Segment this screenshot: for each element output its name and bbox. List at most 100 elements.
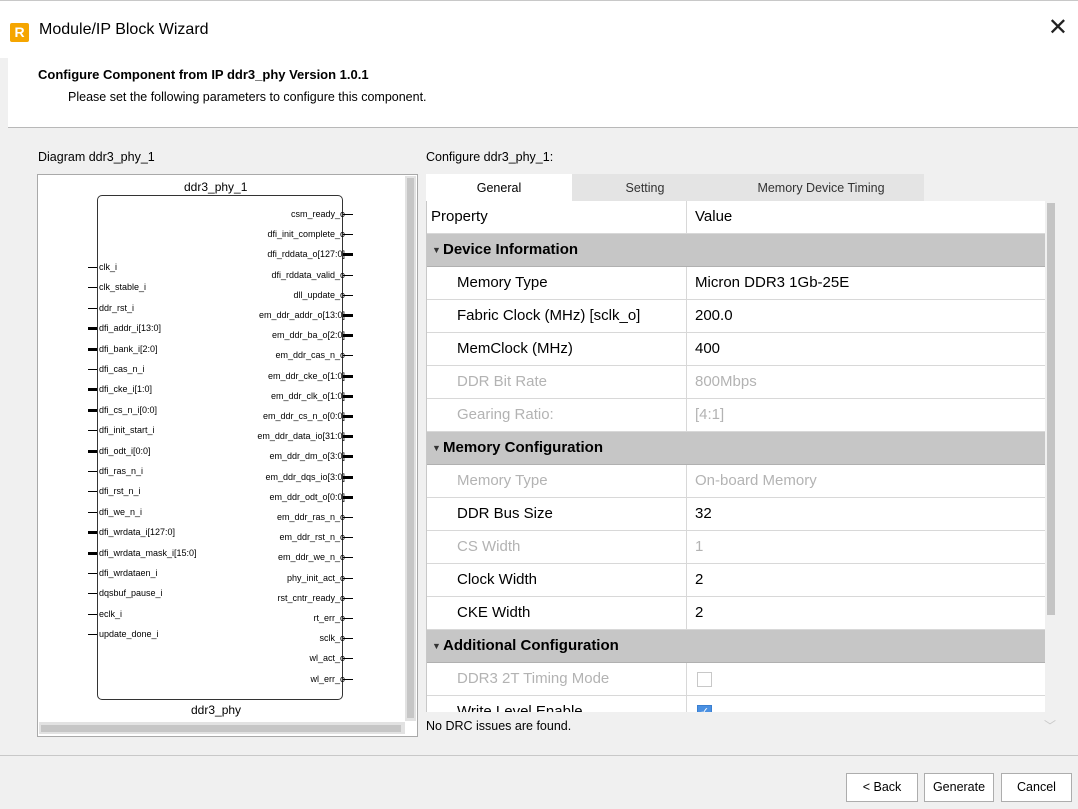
column-divider bbox=[686, 564, 687, 597]
input-port-line bbox=[88, 593, 97, 594]
output-port-label: csm_ready_o bbox=[290, 209, 345, 219]
tab-setting[interactable]: Setting bbox=[572, 174, 718, 202]
property-row[interactable]: Fabric Clock (MHz) [sclk_o] 200.0 bbox=[427, 300, 1045, 333]
input-port-line bbox=[88, 512, 97, 513]
output-port-label: em_ddr_ras_n_o bbox=[276, 512, 345, 522]
tab-memory-device-timing[interactable]: Memory Device Timing bbox=[718, 174, 924, 202]
property-label: Memory Type bbox=[457, 472, 548, 489]
section-header[interactable]: ▼ Memory Configuration bbox=[427, 432, 1045, 465]
app-logo-icon: R bbox=[10, 23, 29, 42]
column-divider bbox=[686, 366, 687, 399]
section-header[interactable]: ▼ Device Information bbox=[427, 234, 1045, 267]
input-port-line bbox=[88, 573, 97, 574]
diagram-label: Diagram ddr3_phy_1 bbox=[38, 150, 155, 164]
diagram-vertical-scroll-thumb[interactable] bbox=[407, 178, 414, 718]
property-label: Memory Type bbox=[457, 274, 548, 291]
output-port-label: dfi_init_complete_o bbox=[267, 229, 345, 239]
input-port-line bbox=[88, 430, 97, 431]
table-header: Property Value bbox=[427, 201, 1045, 234]
property-value[interactable]: 400 bbox=[695, 333, 720, 365]
column-divider bbox=[686, 531, 687, 564]
input-port-line bbox=[88, 491, 97, 492]
input-port-line bbox=[88, 369, 97, 370]
input-port-label: dfi_we_n_i bbox=[99, 507, 143, 517]
property-checkbox[interactable]: ✓ bbox=[697, 705, 712, 712]
property-row: DDR Bit Rate 800Mbps bbox=[427, 366, 1045, 399]
output-port-label: sclk_o bbox=[319, 633, 345, 643]
property-row[interactable]: MemClock (MHz) 400 bbox=[427, 333, 1045, 366]
input-port-label: clk_i bbox=[99, 262, 118, 272]
column-divider bbox=[686, 696, 687, 712]
title-bar: R Module/IP Block Wizard ✕ bbox=[0, 0, 1078, 58]
output-port-label: em_ddr_dqs_io[3:0] bbox=[265, 472, 345, 482]
back-button[interactable]: < Back bbox=[846, 773, 918, 802]
output-port-label: em_ddr_odt_o[0:0] bbox=[269, 492, 345, 502]
input-port-label: ddr_rst_i bbox=[99, 303, 135, 313]
property-row[interactable]: Write Level Enable ✓ bbox=[427, 696, 1045, 712]
input-port-line bbox=[88, 327, 97, 330]
output-port-label: em_ddr_cke_o[1:0] bbox=[267, 371, 345, 381]
generate-button[interactable]: Generate bbox=[924, 773, 994, 802]
property-value[interactable]: Micron DDR3 1Gb-25E bbox=[695, 267, 849, 299]
property-value[interactable]: 2 bbox=[695, 597, 703, 629]
input-port-label: dfi_rst_n_i bbox=[99, 486, 141, 496]
input-port-line bbox=[88, 531, 97, 534]
property-row[interactable]: Memory Type Micron DDR3 1Gb-25E bbox=[427, 267, 1045, 300]
output-port-label: rt_err_o bbox=[313, 613, 345, 623]
tab-general[interactable]: General bbox=[426, 174, 572, 202]
output-port-label: em_ddr_ba_o[2:0] bbox=[271, 330, 345, 340]
property-value: [4:1] bbox=[695, 406, 725, 423]
drc-status: No DRC issues are found. bbox=[426, 719, 572, 733]
input-port-label: dfi_cas_n_i bbox=[99, 364, 145, 374]
collapse-caret-icon[interactable]: ▼ bbox=[432, 432, 441, 464]
input-port-label: dfi_wrdata_i[127:0] bbox=[99, 527, 176, 537]
property-row: Gearing Ratio: [4:1] bbox=[427, 399, 1045, 432]
output-port-label: wl_act_o bbox=[309, 653, 345, 663]
close-icon[interactable]: ✕ bbox=[1048, 15, 1068, 41]
column-divider bbox=[686, 333, 687, 366]
input-port-line bbox=[88, 471, 97, 472]
input-port-line bbox=[88, 267, 97, 268]
output-port-label: em_ddr_cs_n_o[0:0] bbox=[262, 411, 345, 421]
column-divider bbox=[686, 498, 687, 531]
property-value: On-board Memory bbox=[695, 472, 817, 489]
footer-divider bbox=[0, 755, 1078, 756]
output-port-label: em_ddr_data_io[31:0] bbox=[257, 431, 345, 441]
wizard-header: Configure Component from IP ddr3_phy Ver… bbox=[8, 58, 1078, 128]
property-vertical-scroll-thumb[interactable] bbox=[1047, 203, 1055, 615]
property-row: CS Width 1 bbox=[427, 531, 1045, 564]
property-row: Memory Type On-board Memory bbox=[427, 465, 1045, 498]
input-port-line bbox=[88, 552, 97, 555]
input-port-line bbox=[88, 614, 97, 615]
property-label: CKE Width bbox=[457, 604, 531, 621]
output-port-label: em_ddr_clk_o[1:0] bbox=[270, 391, 345, 401]
collapse-caret-icon[interactable]: ▼ bbox=[432, 630, 441, 662]
input-port-line bbox=[88, 388, 97, 391]
column-divider bbox=[686, 399, 687, 432]
output-port-label: rst_cntr_ready_o bbox=[277, 593, 345, 603]
input-port-line bbox=[88, 348, 97, 351]
section-header[interactable]: ▼ Additional Configuration bbox=[427, 630, 1045, 663]
output-port-label: phy_init_act_o bbox=[286, 573, 345, 583]
property-checkbox bbox=[697, 672, 712, 687]
property-value[interactable]: 200.0 bbox=[695, 300, 733, 332]
property-row[interactable]: Clock Width 2 bbox=[427, 564, 1045, 597]
collapse-caret-icon[interactable]: ▼ bbox=[432, 234, 441, 266]
value-column-header: Value bbox=[695, 208, 733, 225]
input-port-line bbox=[88, 634, 97, 635]
cancel-button[interactable]: Cancel bbox=[1001, 773, 1072, 802]
input-port-label: dfi_wrdataen_i bbox=[99, 568, 158, 578]
property-row[interactable]: CKE Width 2 bbox=[427, 597, 1045, 630]
property-label: Fabric Clock (MHz) [sclk_o] bbox=[457, 307, 641, 324]
input-port-label: eclk_i bbox=[99, 609, 123, 619]
output-port-label: em_ddr_rst_n_o bbox=[279, 532, 345, 542]
input-port-label: clk_stable_i bbox=[99, 282, 147, 292]
column-divider bbox=[686, 663, 687, 696]
property-value[interactable]: 2 bbox=[695, 564, 703, 596]
property-value[interactable]: 32 bbox=[695, 498, 712, 530]
input-port-label: dfi_cke_i[1:0] bbox=[99, 384, 153, 394]
input-port-label: dfi_cs_n_i[0:0] bbox=[99, 405, 158, 415]
diagram-horizontal-scroll-thumb[interactable] bbox=[41, 725, 401, 732]
property-row[interactable]: DDR Bus Size 32 bbox=[427, 498, 1045, 531]
configure-label: Configure ddr3_phy_1: bbox=[426, 150, 554, 164]
